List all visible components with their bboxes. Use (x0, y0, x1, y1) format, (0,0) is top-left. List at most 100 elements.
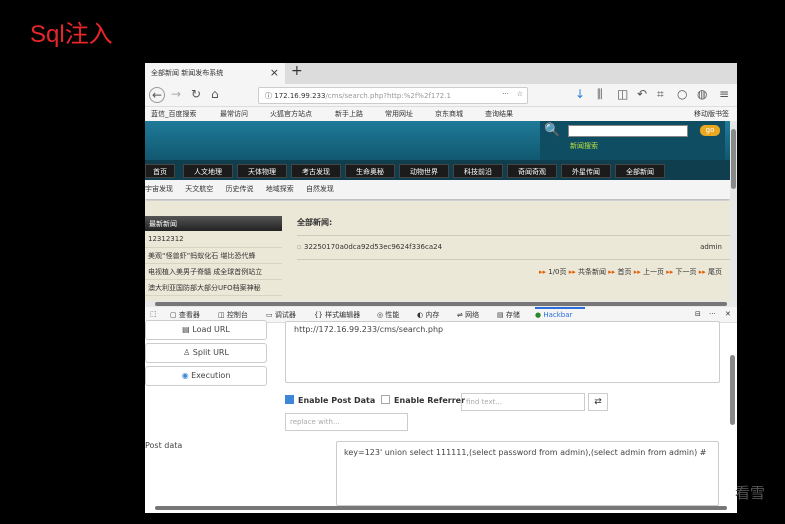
find-input[interactable]: find text... (461, 393, 585, 411)
url-path: /cms/search.php?http:%2f%2f172.1 (325, 92, 451, 100)
tab-label: Hackbar (543, 311, 573, 319)
side-news-item[interactable]: 电视植入美男子脊髓 成全球首例站立 (145, 264, 282, 280)
menu-item[interactable]: 奇闻奇观 (507, 164, 557, 178)
scrollbar-thumb[interactable] (155, 302, 727, 306)
library-icon[interactable]: ⫼ (597, 87, 603, 102)
menu-item[interactable]: 考古发现 (291, 164, 341, 178)
divider (297, 259, 730, 260)
browser-window: 全部新闻 新闻发布系统 × + ← → ↻ ⌂ ⓘ 172.16.99.233/… (145, 63, 737, 513)
enable-referrer-label[interactable]: Enable Referrer (394, 396, 465, 405)
split-url-button[interactable]: ♙ Split URL (145, 343, 267, 363)
last-page-link[interactable]: 尾页 (708, 268, 722, 276)
tab-label: 网络 (465, 311, 480, 319)
submenu-item[interactable]: 宇宙发现 (145, 185, 173, 193)
scrollbar-thumb[interactable] (730, 355, 735, 425)
hackbar-scrollbar[interactable] (729, 325, 736, 505)
reload-icon[interactable]: ↻ (191, 87, 201, 101)
submenu-item[interactable]: 天文航空 (185, 185, 213, 193)
picker-icon[interactable]: ⬚ (150, 310, 157, 318)
menu-item[interactable]: 动物世界 (399, 164, 449, 178)
url-bar[interactable]: ⓘ 172.16.99.233/cms/search.php?http:%2f%… (258, 87, 528, 104)
submenu-item[interactable]: 自然发现 (306, 185, 334, 193)
enable-post-checkbox[interactable] (285, 395, 294, 404)
devtools-tab[interactable]: ▤ 存储 (497, 310, 520, 320)
side-news-item[interactable]: 12312312 (145, 232, 282, 248)
submenu-item[interactable]: 历史传说 (225, 185, 253, 193)
devtools-tab[interactable]: ◫ 控制台 (218, 310, 248, 320)
url-host: 172.16.99.233 (274, 92, 326, 100)
menu-item[interactable]: 生命奥秘 (345, 164, 395, 178)
bookmark-item[interactable]: 火狐官方站点 (270, 109, 312, 119)
button-label: Execution (191, 371, 231, 380)
home-icon[interactable]: ⌂ (211, 87, 219, 101)
download-icon[interactable]: ↓ (575, 87, 585, 101)
hackbar-h-scrollbar[interactable] (155, 506, 727, 510)
sidebar-icon[interactable]: ◫ (617, 87, 628, 101)
crop-icon[interactable]: ⌗ (657, 87, 664, 102)
submenu-item[interactable]: 地域探索 (266, 185, 294, 193)
forward-icon[interactable]: → (171, 87, 181, 101)
menu-item[interactable]: 科技前沿 (453, 164, 503, 178)
watermark: 看雪 (735, 484, 766, 502)
mobile-bookmarks[interactable]: 移动版书签 (694, 109, 729, 119)
load-url-button[interactable]: ▤ Load URL (145, 320, 267, 340)
execution-button[interactable]: ◉ Execution (145, 366, 267, 386)
close-icon[interactable]: ✕ (725, 310, 731, 318)
circle-icon[interactable]: ○ (677, 87, 687, 101)
more-icon[interactable]: ··· (502, 90, 509, 98)
bookmark-item[interactable]: 查询结果 (485, 109, 513, 119)
swap-button[interactable]: ⇄ (588, 393, 608, 411)
side-news-item[interactable]: 澳大利亚国防部大部分UFO档案神秘 (145, 280, 282, 296)
close-icon[interactable]: × (270, 66, 279, 79)
enable-post-label[interactable]: Enable Post Data (298, 396, 375, 405)
undo-icon[interactable]: ↶ (637, 87, 647, 101)
menu-item[interactable]: 天体物理 (237, 164, 287, 178)
next-page-link[interactable]: 下一页 (676, 268, 697, 276)
menu-icon[interactable]: ≡ (719, 87, 729, 101)
replace-input[interactable]: replace with... (285, 413, 408, 431)
menu-item[interactable]: 人文地理 (183, 164, 233, 178)
devtools-tab[interactable]: {} 样式编辑器 (314, 310, 360, 320)
side-news-item[interactable]: 美观“怪兽虾”蚂蚁化石 堪比恐代蜂 (145, 248, 282, 264)
devtools-tab[interactable]: ◐ 内存 (417, 310, 439, 320)
devtools-tab-hackbar[interactable]: ● Hackbar (535, 307, 585, 319)
devtools-tab[interactable]: ◎ 性能 (377, 310, 399, 320)
devtools-tab[interactable]: ▢ 查看器 (170, 310, 200, 320)
first-page-link[interactable]: 首页 (618, 268, 632, 276)
all-news-title: 全部新闻: (297, 218, 333, 227)
bookmark-item[interactable]: 新手上路 (335, 109, 363, 119)
post-data-textarea[interactable]: key=123' union select 111111,(select pas… (336, 441, 719, 506)
search-input[interactable] (568, 125, 688, 137)
pager: ▸▸ 1/0页 ▸▸ 共条新闻 ▸▸ 首页 ▸▸ 上一页 ▸▸ 下一页 ▸▸ 尾… (538, 268, 722, 276)
devtools-tab[interactable]: ▭ 调试器 (266, 310, 296, 320)
menu-item[interactable]: 外星传闻 (561, 164, 611, 178)
search-icon: 🔍 (544, 123, 561, 138)
devtools-tab[interactable]: ⇌ 网络 (457, 310, 479, 320)
news-item[interactable]: ▫ 32250170a0dca92d53ec9624f336ca24 (297, 243, 442, 251)
hackbar-icon: ● (535, 311, 542, 319)
go-button[interactable]: go (700, 125, 720, 136)
bookmark-item[interactable]: 京东商城 (435, 109, 463, 119)
dock-icon[interactable]: ⊟ (695, 310, 701, 318)
more-icon[interactable]: ··· (709, 310, 716, 318)
bookmark-item[interactable]: 常用网址 (385, 109, 413, 119)
back-icon[interactable]: ← (149, 87, 165, 103)
news-title[interactable]: 32250170a0dca92d53ec9624f336ca24 (304, 243, 442, 251)
search-label: 新闻搜索 (570, 142, 598, 150)
prev-page-link[interactable]: 上一页 (643, 268, 664, 276)
page-scrollbar[interactable] (730, 121, 737, 301)
menu-item[interactable]: 全部新闻 (615, 164, 665, 178)
new-tab-icon[interactable]: + (291, 63, 303, 79)
enable-referrer-checkbox[interactable] (381, 395, 391, 404)
scrollbar-thumb[interactable] (731, 129, 736, 189)
button-label: Load URL (192, 325, 230, 334)
bookmark-item[interactable]: 蓝信_百度搜索 (151, 109, 197, 119)
star-icon[interactable]: ☆ (517, 90, 523, 98)
browser-tab[interactable]: 全部新闻 新闻发布系统 × (145, 63, 285, 84)
bookmark-item[interactable]: 最常访问 (220, 109, 248, 119)
url-textarea[interactable]: http://172.16.99.233/cms/search.php (285, 321, 720, 383)
globe-icon[interactable]: ◍ (697, 87, 707, 101)
tab-label: 存储 (505, 311, 520, 319)
latest-news-heading: 最新新闻 (145, 216, 282, 231)
menu-item[interactable]: 首页 (145, 164, 175, 178)
